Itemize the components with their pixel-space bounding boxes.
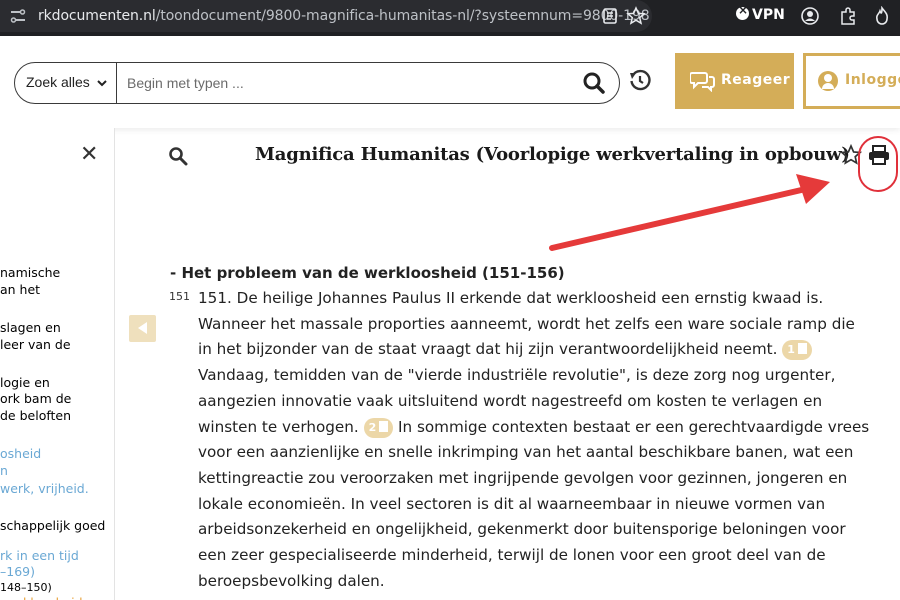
search-input[interactable]	[119, 64, 579, 102]
footnote-2-button[interactable]: 2	[363, 417, 394, 438]
site-header: Zoek alles Reageer Inlogge	[0, 36, 900, 128]
browser-toolbar: rkdocumenten.nl/toondocument/9800-magnif…	[0, 0, 900, 36]
toc-sidebar: ✕ namische an het slagen en leer van de …	[0, 128, 115, 600]
toc-line[interactable]: werk, vrijheid.	[0, 481, 89, 498]
flame-icon[interactable]	[872, 6, 892, 26]
text-line: een zeer gespecialiseerde minderheid, te…	[198, 546, 826, 565]
text-line: voor een aanzienlijke en snelle inkrimpi…	[198, 443, 854, 462]
vpn-badge[interactable]: VPN	[736, 3, 785, 23]
inloggen-button[interactable]: Inlogge	[803, 53, 900, 109]
toc-line[interactable]: an het	[0, 282, 40, 299]
text-line: in het bijzonder van de staat vraagt dat…	[198, 337, 900, 363]
toc-line[interactable]: logie en	[0, 375, 50, 392]
annotation-arrow	[549, 174, 830, 251]
search-icon[interactable]	[582, 71, 606, 95]
document-title: Magnifica Humanitas (Voorlopige werkvert…	[255, 144, 850, 165]
url-path: /toondocument/9800-magnifica-humanitas-n…	[155, 8, 650, 24]
text-line: 151. De heilige Johannes Paulus II erken…	[198, 289, 824, 307]
toc-line[interactable]: osheid	[0, 446, 41, 463]
search-in-document-icon[interactable]	[168, 146, 188, 166]
close-icon[interactable]: ✕	[80, 142, 98, 167]
url-text[interactable]: rkdocumenten.nl/toondocument/9800-magnif…	[38, 8, 650, 24]
search-bar: Zoek alles	[14, 62, 620, 104]
text-line: beroepsbevolking dalen.	[198, 571, 385, 590]
user-icon	[818, 71, 838, 91]
bookmark-star-icon[interactable]	[626, 6, 646, 26]
text-line: kettingreactie zou veroorzaken met ingri…	[198, 468, 848, 487]
text-line: lokale economieën. In veel sectoren is d…	[198, 494, 826, 513]
text-line: Wanneer het massale proporties aanneemt,…	[198, 314, 855, 333]
highlight-circle	[858, 136, 898, 192]
toc-line[interactable]: –169)	[0, 564, 35, 581]
section-heading: - Het probleem van de werkloosheid (151-…	[170, 264, 565, 282]
reageer-button[interactable]: Reageer	[675, 53, 794, 109]
reader-mode-icon[interactable]	[600, 6, 620, 26]
previous-section-button[interactable]	[129, 315, 156, 342]
toc-line[interactable]: n	[0, 463, 8, 480]
document-icon	[379, 420, 389, 432]
extensions-icon[interactable]	[838, 6, 858, 26]
inloggen-label: Inlogge	[845, 72, 900, 88]
toc-line[interactable]: ork bam de	[0, 391, 71, 408]
toc-line[interactable]: slagen en	[0, 320, 61, 337]
paragraph-151: 151. De heilige Johannes Paulus II erken…	[198, 286, 900, 594]
text-line: winsten te verhogen. 2 In sommige contex…	[198, 417, 870, 438]
comments-icon	[690, 72, 715, 92]
vpn-off-icon	[736, 3, 749, 20]
search-scope-label: Zoek alles	[26, 74, 90, 90]
address-bar[interactable]: rkdocumenten.nl/toondocument/9800-magnif…	[0, 0, 652, 32]
toc-line[interactable]: namische	[0, 265, 60, 282]
url-host: rkdocumenten.nl	[38, 8, 156, 24]
footnote-1-button[interactable]: 1	[782, 340, 812, 361]
reageer-label: Reageer	[721, 72, 791, 88]
paragraph-number: 151	[169, 290, 190, 303]
text-line: Vandaag, temidden van de "vierde industr…	[198, 366, 836, 385]
chevron-down-icon	[97, 80, 107, 87]
toc-line[interactable]: schappelijk goed	[0, 518, 105, 535]
text-line: aangezien innovatie vaak uitsluitend wor…	[198, 391, 823, 410]
toc-line[interactable]: leer van de	[0, 337, 71, 354]
document-icon	[797, 343, 807, 355]
search-scope-select[interactable]: Zoek alles	[15, 63, 117, 103]
toc-line[interactable]: werkloosheid	[0, 595, 83, 600]
site-info-icon[interactable]	[10, 9, 26, 23]
vpn-label: VPN	[752, 7, 785, 23]
history-icon[interactable]	[628, 69, 652, 93]
account-icon[interactable]	[800, 6, 820, 26]
toc-line[interactable]: rk in een tijd	[0, 548, 79, 565]
toc-line[interactable]: de beloften	[0, 408, 71, 425]
text-line: arbeidsonzekerheid en ongelijkheid, geke…	[198, 520, 846, 539]
